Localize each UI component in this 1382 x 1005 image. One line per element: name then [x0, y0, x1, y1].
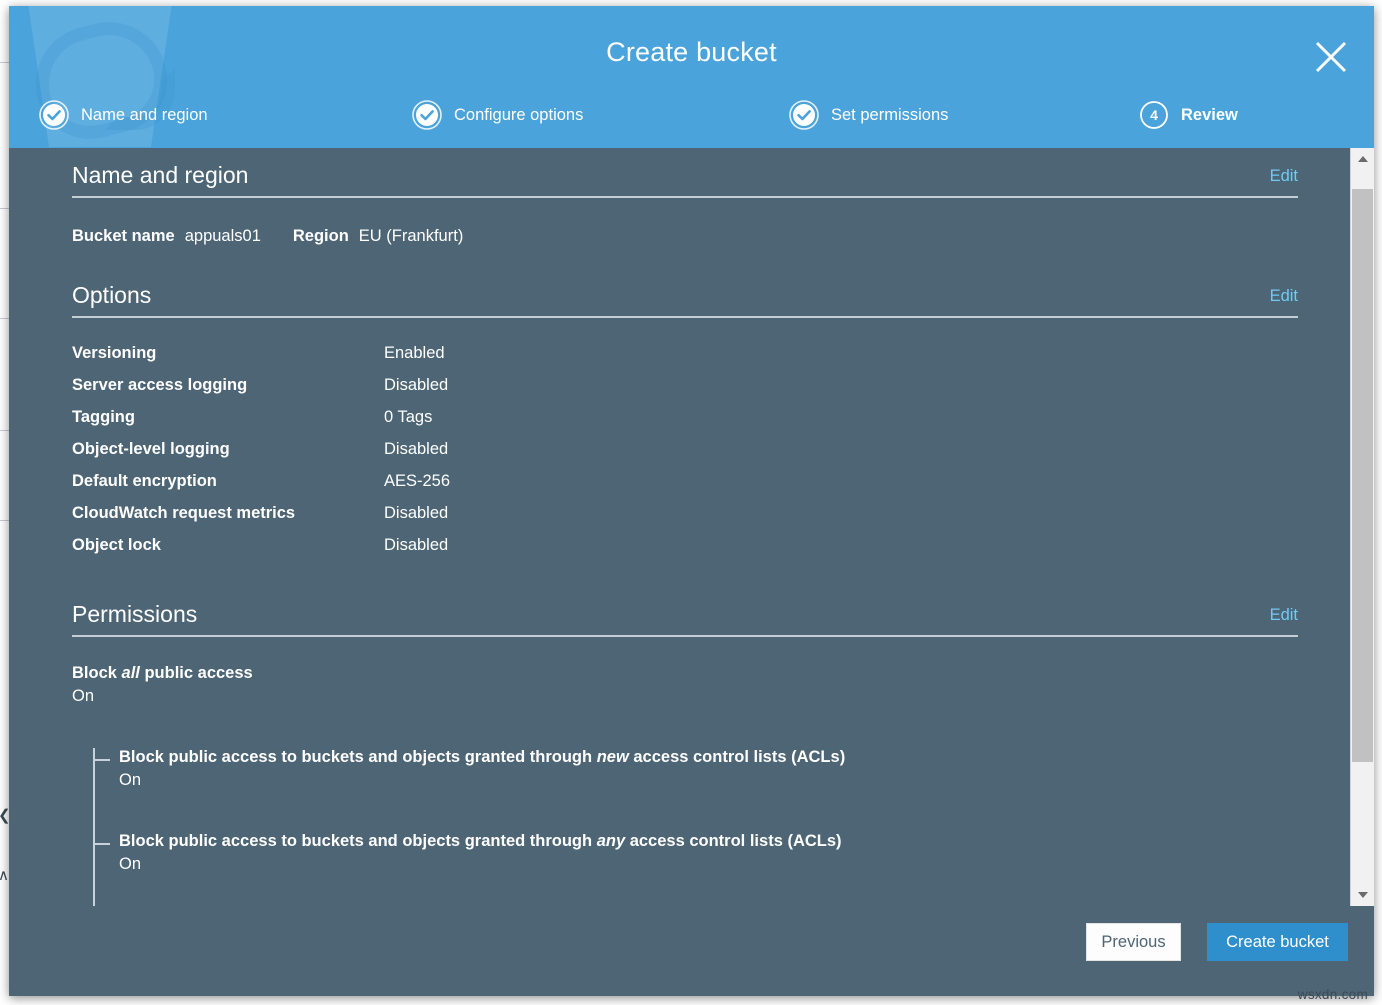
section-header: Options Edit: [72, 282, 1298, 318]
edit-name-and-region-link[interactable]: Edit: [1270, 167, 1298, 189]
wizard-step-configure-options[interactable]: Configure options: [412, 92, 583, 138]
wizard-step-label: Name and region: [81, 106, 208, 125]
option-value: AES-256: [384, 471, 450, 503]
section-title: Permissions: [72, 601, 197, 628]
tree-branch-line: [95, 843, 110, 845]
permission-value: On: [119, 855, 1303, 874]
section-name-and-region: Name and region Edit Bucket name appuals…: [72, 162, 1303, 246]
step-number-circle-icon: 4: [1139, 100, 1169, 130]
option-key: Default encryption: [72, 471, 384, 503]
section-permissions: Permissions Edit Block all public access…: [72, 601, 1303, 906]
site-watermark: wsxdn.com: [1298, 987, 1368, 1002]
bucket-name-value: appuals01: [185, 227, 261, 246]
option-key: Object lock: [72, 535, 384, 567]
permission-children: Block public access to buckets and objec…: [72, 748, 1303, 906]
option-key: Tagging: [72, 407, 384, 439]
table-row: Object lock Disabled: [72, 535, 450, 567]
option-value: Disabled: [384, 439, 450, 471]
region-label: Region: [293, 227, 349, 246]
modal-footer: Previous Create bucket: [9, 906, 1374, 996]
wizard-step-label: Review: [1181, 106, 1238, 125]
bucket-name-label: Bucket name: [72, 227, 175, 246]
check-circle-icon: [412, 100, 442, 130]
tree-branch-line: [95, 759, 110, 761]
page-title: Create bucket: [9, 37, 1374, 68]
section-options: Options Edit Versioning Enabled Server a…: [72, 282, 1303, 567]
region-value: EU (Frankfurt): [359, 227, 464, 246]
close-icon[interactable]: [1308, 34, 1354, 80]
permission-root-label: Block all public access: [72, 664, 1303, 683]
create-bucket-button[interactable]: Create bucket: [1207, 923, 1348, 961]
chevron-up-icon: [1358, 156, 1368, 162]
create-bucket-modal: Create bucket Name and region: [9, 6, 1374, 996]
option-value: Enabled: [384, 343, 450, 375]
option-key: Versioning: [72, 343, 384, 375]
chevron-down-icon: [1358, 892, 1368, 898]
option-value: 0 Tags: [384, 407, 450, 439]
check-circle-icon: [789, 100, 819, 130]
wizard-steps: Name and region Configure options: [9, 92, 1374, 138]
permission-value: On: [119, 771, 1303, 790]
section-title: Options: [72, 282, 151, 309]
section-header: Name and region Edit: [72, 162, 1298, 198]
permission-root: Block all public access On: [72, 664, 1303, 706]
permission-label: Block public access to buckets and objec…: [119, 832, 1303, 851]
table-row: Tagging 0 Tags: [72, 407, 450, 439]
wizard-step-review[interactable]: 4 Review: [1139, 92, 1238, 138]
table-row: Default encryption AES-256: [72, 471, 450, 503]
wizard-step-set-permissions[interactable]: Set permissions: [789, 92, 948, 138]
option-value: Disabled: [384, 535, 450, 567]
name-and-region-values: Bucket name appuals01 Region EU (Frankfu…: [72, 227, 1303, 246]
wizard-step-name-and-region[interactable]: Name and region: [39, 92, 208, 138]
review-scroll-area[interactable]: Name and region Edit Bucket name appuals…: [9, 148, 1374, 906]
table-row: Server access logging Disabled: [72, 375, 450, 407]
section-header: Permissions Edit: [72, 601, 1298, 637]
wizard-step-label: Set permissions: [831, 106, 948, 125]
table-row: Object-level logging Disabled: [72, 439, 450, 471]
scroll-up-button[interactable]: [1351, 148, 1374, 170]
section-title: Name and region: [72, 162, 248, 189]
check-circle-icon: [39, 100, 69, 130]
scrollbar-thumb[interactable]: [1352, 189, 1373, 762]
table-row: CloudWatch request metrics Disabled: [72, 503, 450, 535]
table-row: Versioning Enabled: [72, 343, 450, 375]
vertical-scrollbar[interactable]: [1350, 148, 1374, 906]
svg-text:4: 4: [1150, 107, 1158, 123]
option-key: CloudWatch request metrics: [72, 503, 384, 535]
previous-button[interactable]: Previous: [1086, 923, 1181, 961]
edit-permissions-link[interactable]: Edit: [1270, 606, 1298, 628]
scroll-down-button[interactable]: [1351, 884, 1374, 906]
options-table: Versioning Enabled Server access logging…: [72, 343, 450, 567]
option-key: Object-level logging: [72, 439, 384, 471]
option-value: Disabled: [384, 503, 450, 535]
option-key: Server access logging: [72, 375, 384, 407]
list-item: Block public access to buckets and objec…: [72, 832, 1303, 874]
wizard-step-label: Configure options: [454, 106, 583, 125]
permission-root-value: On: [72, 687, 1303, 706]
list-item: Block public access to buckets and objec…: [72, 748, 1303, 790]
edit-options-link[interactable]: Edit: [1270, 287, 1298, 309]
modal-header: Create bucket Name and region: [9, 6, 1374, 148]
permission-label: Block public access to buckets and objec…: [119, 748, 1303, 767]
option-value: Disabled: [384, 375, 450, 407]
